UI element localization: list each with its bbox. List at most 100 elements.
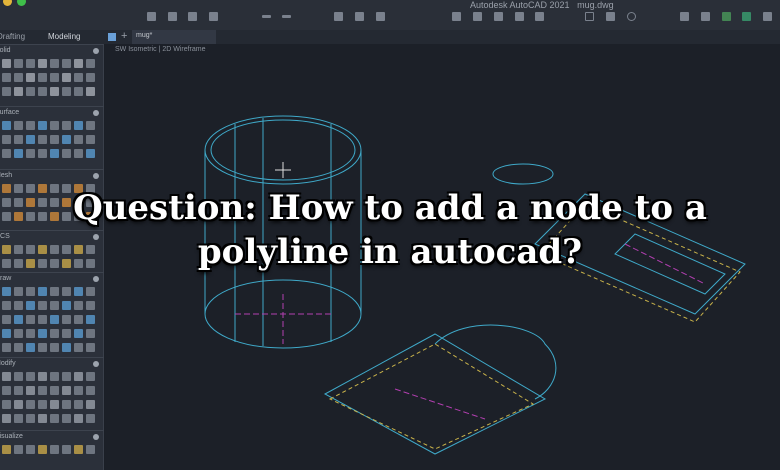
panel-options-icon[interactable]	[93, 48, 99, 54]
tool-icon[interactable]	[2, 315, 11, 324]
tool-icon[interactable]	[26, 73, 35, 82]
tool-icon[interactable]	[38, 315, 47, 324]
tool-palette-icon[interactable]	[535, 12, 544, 21]
plot-icon[interactable]	[355, 12, 364, 21]
tool-icon[interactable]	[26, 414, 35, 423]
tool-icon[interactable]	[74, 59, 83, 68]
tool-icon[interactable]	[26, 343, 35, 352]
tool-icon[interactable]	[38, 301, 47, 310]
tool-icon[interactable]	[74, 135, 83, 144]
tool-icon[interactable]	[50, 315, 59, 324]
panel-options-icon[interactable]	[93, 361, 99, 367]
orbit-icon[interactable]	[627, 12, 636, 21]
tool-icon[interactable]	[62, 287, 71, 296]
layer-icon[interactable]	[452, 12, 461, 21]
tool-icon[interactable]	[14, 372, 23, 381]
panel-options-icon[interactable]	[93, 434, 99, 440]
new-tab-icon[interactable]: +	[121, 30, 127, 42]
quick-select-icon[interactable]	[701, 12, 710, 21]
tool-icon[interactable]	[38, 121, 47, 130]
save-as-icon[interactable]	[209, 12, 218, 21]
tool-icon[interactable]	[86, 329, 95, 338]
tool-icon[interactable]	[62, 343, 71, 352]
tool-icon[interactable]	[26, 59, 35, 68]
tool-icon[interactable]	[2, 414, 11, 423]
tool-icon[interactable]	[50, 386, 59, 395]
tool-icon[interactable]	[14, 343, 23, 352]
tool-icon[interactable]	[2, 73, 11, 82]
tool-icon[interactable]	[26, 121, 35, 130]
tool-icon[interactable]	[86, 59, 95, 68]
tool-icon[interactable]	[38, 59, 47, 68]
tool-icon[interactable]	[26, 87, 35, 96]
tool-icon[interactable]	[50, 445, 59, 454]
panel-options-icon[interactable]	[93, 110, 99, 116]
tool-icon[interactable]	[38, 135, 47, 144]
tool-icon[interactable]	[38, 445, 47, 454]
tool-icon[interactable]	[38, 400, 47, 409]
tool-icon[interactable]	[2, 386, 11, 395]
tool-icon[interactable]	[14, 135, 23, 144]
tool-icon[interactable]	[26, 287, 35, 296]
tool-icon[interactable]	[62, 149, 71, 158]
properties-icon[interactable]	[473, 12, 482, 21]
block-icon[interactable]	[494, 12, 503, 21]
tool-icon[interactable]	[74, 149, 83, 158]
tool-icon[interactable]	[26, 315, 35, 324]
tool-icon[interactable]	[62, 301, 71, 310]
tool-icon[interactable]	[2, 135, 11, 144]
tool-icon[interactable]	[26, 301, 35, 310]
tool-icon[interactable]	[62, 414, 71, 423]
tool-icon[interactable]	[74, 329, 83, 338]
tool-icon[interactable]	[14, 329, 23, 338]
tool-icon[interactable]	[38, 386, 47, 395]
tool-icon[interactable]	[38, 287, 47, 296]
tool-icon[interactable]	[38, 414, 47, 423]
tool-icon[interactable]	[2, 87, 11, 96]
tool-icon[interactable]	[50, 329, 59, 338]
save-icon[interactable]	[188, 12, 197, 21]
tool-icon[interactable]	[26, 135, 35, 144]
tool-icon[interactable]	[2, 329, 11, 338]
print-icon[interactable]	[334, 12, 343, 21]
tool-icon[interactable]	[2, 301, 11, 310]
tool-icon[interactable]	[50, 73, 59, 82]
tool-icon[interactable]	[62, 73, 71, 82]
undo-icon[interactable]	[262, 15, 271, 18]
zoom-window-icon[interactable]	[585, 12, 594, 21]
tool-icon[interactable]	[86, 73, 95, 82]
panel-options-icon[interactable]	[93, 173, 99, 179]
tool-icon[interactable]	[86, 414, 95, 423]
tool-icon[interactable]	[74, 386, 83, 395]
tool-icon[interactable]	[74, 301, 83, 310]
tool-icon[interactable]	[50, 87, 59, 96]
minimize-button[interactable]	[3, 0, 12, 6]
tool-icon[interactable]	[62, 329, 71, 338]
tool-icon[interactable]	[74, 287, 83, 296]
tool-icon[interactable]	[74, 445, 83, 454]
tool-icon[interactable]	[62, 135, 71, 144]
tool-icon[interactable]	[86, 372, 95, 381]
tool-icon[interactable]	[14, 386, 23, 395]
maximize-button[interactable]	[17, 0, 26, 6]
tool-icon[interactable]	[86, 135, 95, 144]
tool-icon[interactable]	[38, 329, 47, 338]
tool-icon[interactable]	[38, 149, 47, 158]
tool-icon[interactable]	[86, 445, 95, 454]
tool-icon[interactable]	[86, 400, 95, 409]
panel-options-icon[interactable]	[93, 276, 99, 282]
tool-icon[interactable]	[14, 87, 23, 96]
tool-icon[interactable]	[50, 149, 59, 158]
tab-drafting[interactable]: Drafting	[0, 32, 25, 41]
tool-icon[interactable]	[86, 149, 95, 158]
tool-icon[interactable]	[14, 73, 23, 82]
tool-icon[interactable]	[2, 149, 11, 158]
pan-icon[interactable]	[606, 12, 615, 21]
tool-icon[interactable]	[86, 287, 95, 296]
tool-icon[interactable]	[86, 343, 95, 352]
tool-icon[interactable]	[74, 315, 83, 324]
tool-icon[interactable]	[14, 315, 23, 324]
tab-modeling[interactable]: Modeling	[48, 32, 80, 41]
tool-icon[interactable]	[74, 121, 83, 130]
tool-icon[interactable]	[2, 372, 11, 381]
